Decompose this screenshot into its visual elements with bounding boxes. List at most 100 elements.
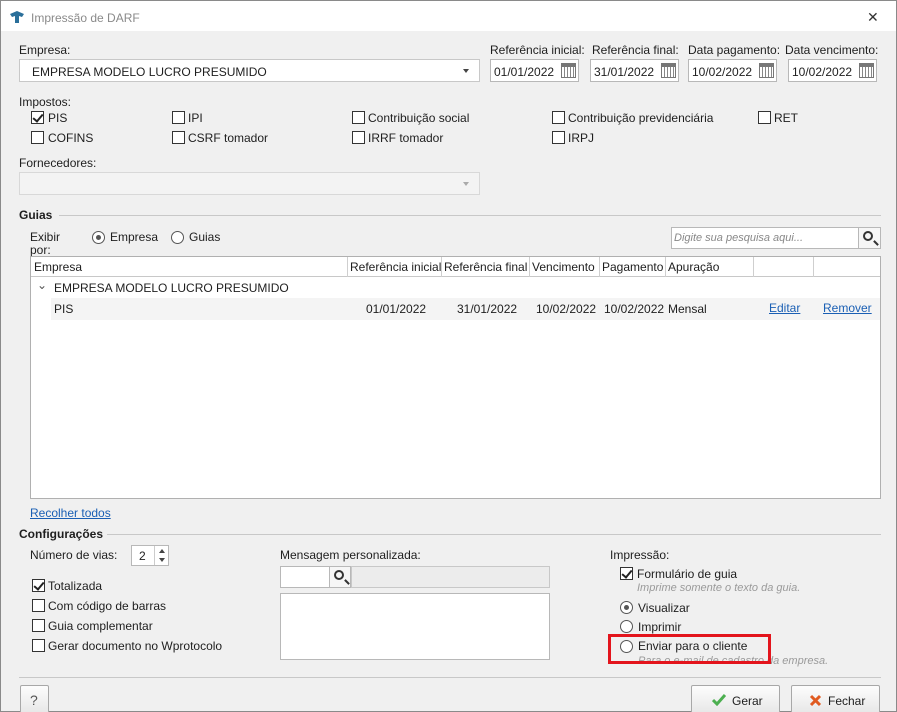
help-button[interactable]: ? <box>20 685 49 712</box>
column-separator <box>347 257 348 277</box>
close-x-icon <box>809 694 822 707</box>
ref-inicial-value: 01/01/2022 <box>494 65 555 79</box>
chevron-down-icon <box>463 69 469 73</box>
search-icon <box>863 231 873 241</box>
app-logo-icon <box>10 11 24 23</box>
radio-exibir-guias-label: Guias <box>189 230 221 244</box>
mensagem-description-field <box>351 566 550 588</box>
collapse-chevron-icon[interactable]: ⌄ <box>37 278 47 292</box>
checkbox-irrf-tomador[interactable] <box>352 131 365 144</box>
checkbox-pis[interactable] <box>31 111 44 124</box>
column-header-apuracao[interactable]: Apuração <box>668 260 719 274</box>
checkbox-totalizada[interactable] <box>32 579 45 592</box>
guias-divider <box>59 215 881 216</box>
configuracoes-divider <box>107 534 881 535</box>
checkbox-csrf-tomador-label: CSRF tomador <box>188 131 269 145</box>
search-box: Digite sua pesquisa aqui... <box>671 227 881 249</box>
checkbox-irpj-label: IRPJ <box>568 131 595 145</box>
column-separator <box>441 257 442 277</box>
column-separator <box>529 257 530 277</box>
checkbox-ret[interactable] <box>758 111 771 124</box>
fornecedores-select[interactable] <box>19 172 480 195</box>
remove-link[interactable]: Remover <box>823 301 872 315</box>
empresa-value: EMPRESA MODELO LUCRO PRESUMIDO <box>32 65 267 79</box>
data-pagamento-label: Data pagamento: <box>688 43 781 57</box>
checkbox-contribuicao-social[interactable] <box>352 111 365 124</box>
configuracoes-section-title: Configurações <box>19 527 104 541</box>
checkbox-ipi[interactable] <box>172 111 185 124</box>
calendar-icon[interactable] <box>759 63 774 78</box>
column-separator <box>813 257 814 277</box>
calendar-icon[interactable] <box>561 63 576 78</box>
numero-vias-label: Número de vias: <box>30 548 118 562</box>
empresa-select[interactable]: EMPRESA MODELO LUCRO PRESUMIDO <box>19 59 480 82</box>
impressao-label: Impressão: <box>610 548 670 562</box>
close-icon[interactable]: ✕ <box>867 10 879 24</box>
numero-vias-value: 2 <box>139 549 146 563</box>
column-header-pagamento[interactable]: Pagamento <box>602 260 663 274</box>
cell-vencimento: 10/02/2022 <box>536 302 597 316</box>
cell-imposto: PIS <box>54 302 74 316</box>
search-button[interactable] <box>858 228 880 248</box>
gerar-button[interactable]: Gerar <box>691 685 780 712</box>
collapse-all-link[interactable]: Recolher todos <box>30 506 111 520</box>
numero-vias-stepper[interactable]: 2 <box>131 545 169 566</box>
search-icon <box>334 570 344 580</box>
checkbox-irpj[interactable] <box>552 131 565 144</box>
radio-exibir-guias[interactable] <box>171 231 184 244</box>
edit-link[interactable]: Editar <box>769 301 800 315</box>
checkbox-gerar-wprotocolo[interactable] <box>32 639 45 652</box>
cell-ref-final: 31/01/2022 <box>457 302 518 316</box>
radio-exibir-empresa[interactable] <box>92 231 105 244</box>
column-separator <box>599 257 600 277</box>
column-separator <box>665 257 666 277</box>
darf-print-dialog: Impressão de DARF ✕ Empresa: EMPRESA MOD… <box>0 0 897 712</box>
chevron-up-icon[interactable] <box>159 549 165 553</box>
column-header-ref-final[interactable]: Referência final <box>444 260 527 274</box>
checkbox-codigo-barras[interactable] <box>32 599 45 612</box>
checkbox-irrf-tomador-label: IRRF tomador <box>368 131 444 145</box>
checkbox-formulario-guia[interactable] <box>620 567 633 580</box>
radio-visualizar[interactable] <box>620 601 633 614</box>
calendar-icon[interactable] <box>661 63 676 78</box>
calendar-icon[interactable] <box>859 63 874 78</box>
cell-pagamento: 10/02/2022 <box>604 302 665 316</box>
mensagem-code-input[interactable] <box>280 566 330 588</box>
column-header-ref-inicial[interactable]: Referência inicial <box>350 260 441 274</box>
mensagem-search-button[interactable] <box>329 566 351 588</box>
data-pagamento-value: 10/02/2022 <box>692 65 753 79</box>
table-header: Empresa Referência inicial Referência fi… <box>31 257 880 277</box>
checkbox-totalizada-label: Totalizada <box>48 579 103 593</box>
check-icon <box>712 694 726 706</box>
mensagem-label: Mensagem personalizada: <box>280 548 421 562</box>
checkbox-csrf-tomador[interactable] <box>172 131 185 144</box>
mensagem-textarea[interactable] <box>280 593 550 660</box>
fechar-button-label: Fechar <box>828 694 866 708</box>
table-row[interactable]: PIS 01/01/2022 31/01/2022 10/02/2022 10/… <box>31 298 880 320</box>
ref-final-field[interactable]: 31/01/2022 <box>590 59 679 82</box>
footer-divider <box>19 677 881 678</box>
chevron-down-icon <box>463 182 469 186</box>
chevron-down-icon[interactable] <box>159 558 165 562</box>
group-row[interactable]: ⌄ EMPRESA MODELO LUCRO PRESUMIDO <box>31 278 880 298</box>
ref-inicial-field[interactable]: 01/01/2022 <box>490 59 579 82</box>
checkbox-cofins[interactable] <box>31 131 44 144</box>
ref-final-value: 31/01/2022 <box>594 65 655 79</box>
radio-imprimir[interactable] <box>620 620 633 633</box>
radio-exibir-empresa-label: Empresa <box>110 230 159 244</box>
search-input[interactable]: Digite sua pesquisa aqui... <box>674 232 803 244</box>
data-pagamento-field[interactable]: 10/02/2022 <box>688 59 777 82</box>
guias-table: Empresa Referência inicial Referência fi… <box>30 256 881 499</box>
formulario-guia-hint: Imprime somente o texto da guia. <box>637 582 801 594</box>
checkbox-guia-complementar[interactable] <box>32 619 45 632</box>
column-header-vencimento[interactable]: Vencimento <box>532 260 595 274</box>
impostos-label: Impostos: <box>19 95 72 109</box>
data-vencimento-label: Data vencimento: <box>785 43 879 57</box>
column-header-empresa[interactable]: Empresa <box>34 260 82 274</box>
data-vencimento-field[interactable]: 10/02/2022 <box>788 59 877 82</box>
data-vencimento-value: 10/02/2022 <box>792 65 853 79</box>
fechar-button[interactable]: Fechar <box>791 685 880 712</box>
checkbox-contribuicao-previdenciaria[interactable] <box>552 111 565 124</box>
checkbox-gerar-wprotocolo-label: Gerar documento no Wprotocolo <box>48 639 223 653</box>
checkbox-guia-complementar-label: Guia complementar <box>48 619 153 633</box>
